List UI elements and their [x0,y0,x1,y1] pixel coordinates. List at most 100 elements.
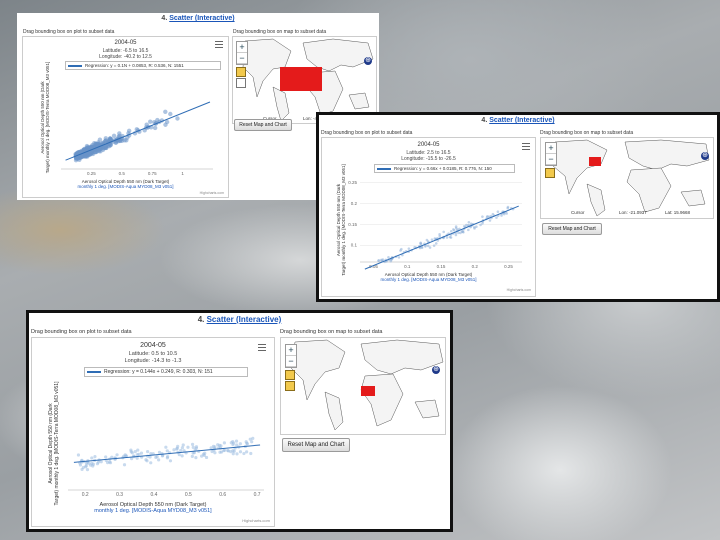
scatter-plot-area[interactable]: 0.2 0.3 0.4 0.5 0.6 0.7 [32,338,274,526]
plot-hint: Drag bounding box on plot to subset data [23,29,115,35]
scatter-point [238,442,242,446]
x-tick-label: 0.3 [116,492,123,498]
scatter-point [163,122,168,127]
reset-map-chart-button[interactable]: Reset Map and Chart [234,119,292,131]
scatter-point [454,225,458,228]
scatter-point [152,125,158,131]
scatter-point [251,436,255,440]
map-layer-switcher-icon[interactable]: ⊕ [701,152,709,160]
scatter-interactive-link[interactable]: Scatter (Interactive) [207,315,282,324]
zoom-in-icon[interactable]: + [286,345,296,356]
scatter-point [168,111,173,117]
scatter-point [122,138,127,143]
scatter-point [149,461,153,465]
scatter-panel-3: 4. Scatter (Interactive) Drag bounding b… [29,313,450,529]
x-axis-label: Aerosol Optical Depth 550 nm (Dark Targe… [94,502,212,514]
x-axis-label: Aerosol Optical Depth 550 nm (Dark Targe… [77,179,174,189]
panel-title: 4. Scatter (Interactive) [481,117,555,124]
scatter-point [111,133,117,138]
map-cursor-lat: Lat: 15.9668 [665,210,691,215]
zoom-in-icon[interactable]: + [546,143,556,154]
subset-bounding-box[interactable] [589,157,601,166]
panel-title: 4. Scatter (Interactive) [197,315,282,324]
map-layer-switcher-icon[interactable]: ⊕ [432,366,440,374]
scatter-point [160,454,165,458]
scatter-point [387,256,390,259]
map-select-tool-icon[interactable] [236,67,246,77]
y-tick-label: 0.1 [351,243,358,248]
scatter-point [377,259,380,262]
scatter-point [380,258,383,262]
world-map [552,139,710,217]
map-layer-switcher-icon[interactable]: ⊕ [364,57,372,65]
scatter-point [397,256,401,259]
scatter-point [144,122,149,127]
scatter-point [194,446,198,450]
scatter-point [117,131,122,136]
scatter-point [238,450,243,454]
scatter-chart[interactable]: 2004-05 Latitude: -6.5 to 16.5 Longitude… [22,36,229,198]
scatter-point [213,445,217,449]
scatter-point [175,116,180,121]
subset-map[interactable]: + − ⊕ [280,337,446,435]
scatter-point [245,450,249,454]
scatter-point [190,454,194,459]
scatter-point [475,225,478,229]
scatter-point [107,460,112,464]
chart-credit: Highcharts.com [506,288,531,292]
scatter-point [222,441,226,445]
scatter-point [400,247,403,251]
scatter-interactive-link[interactable]: Scatter (Interactive) [169,15,234,22]
reset-map-chart-button[interactable]: Reset Map and Chart [282,438,350,452]
chart-credit: Highcharts.com [199,191,224,195]
y-tick-label: 0.15 [348,222,357,227]
scatter-point [467,228,470,232]
zoom-out-icon[interactable]: − [237,53,247,64]
zoom-in-icon[interactable]: + [237,42,247,53]
scatter-point [442,230,445,234]
x-tick-label: 0.75 [148,171,157,176]
scatter-chart[interactable]: 2004-05 Latitude: 0.5 to 10.5 Longitude:… [31,337,275,527]
map-select-tool-icon[interactable] [285,370,295,380]
scatter-point [100,147,106,153]
zoom-out-icon[interactable]: − [286,356,296,367]
map-pan-tool-icon[interactable] [285,381,295,391]
scatter-point [479,223,482,227]
scatter-plot-area[interactable]: 0.25 0.5 0.75 1 [23,37,228,197]
scatter-point [148,119,153,124]
scatter-interactive-link[interactable]: Scatter (Interactive) [489,117,554,124]
subset-map[interactable]: + − ⊕ Cursor Lon: -49.3672 Lat: 15.5859 [232,36,377,124]
scatter-point [500,214,503,217]
scatter-point [166,455,170,459]
scatter-chart[interactable]: 2004-05 Latitude: 2.5 to 16.5 Longitude:… [321,137,536,297]
scatter-point [146,449,150,454]
scatter-point [164,445,168,449]
x-tick-label: 1 [181,171,184,176]
x-axis-label: Aerosol Optical Depth 550 nm (Dark Targe… [380,272,477,282]
scatter-point [168,459,173,463]
x-tick-label: 0.2 [472,264,479,269]
scatter-point [481,215,484,218]
regression-line [364,205,519,270]
scatter-point [194,456,198,460]
plot-hint: Drag bounding box on plot to subset data [31,329,132,335]
scatter-point [200,454,204,458]
scatter-point [115,453,119,457]
subset-map[interactable]: + − ⊕ Cursor Lon: -21.0937 Lat: 15.9668 [540,137,714,219]
scatter-point [93,454,97,459]
map-cursor-label: Cursor [571,210,585,215]
scatter-point [242,451,246,456]
subset-bounding-box[interactable] [361,386,375,396]
zoom-out-icon[interactable]: − [546,154,556,165]
scatter-point [144,458,148,462]
scatter-point [434,242,438,245]
scatter-point [438,232,441,236]
reset-map-chart-button[interactable]: Reset Map and Chart [542,223,602,235]
subset-bounding-box[interactable] [280,67,322,91]
scatter-point [126,128,132,134]
scatter-point [190,442,195,446]
map-select-tool-icon[interactable] [545,168,555,178]
map-pan-tool-icon[interactable] [236,78,246,88]
scatter-point [445,236,449,239]
scatter-point [249,451,253,456]
